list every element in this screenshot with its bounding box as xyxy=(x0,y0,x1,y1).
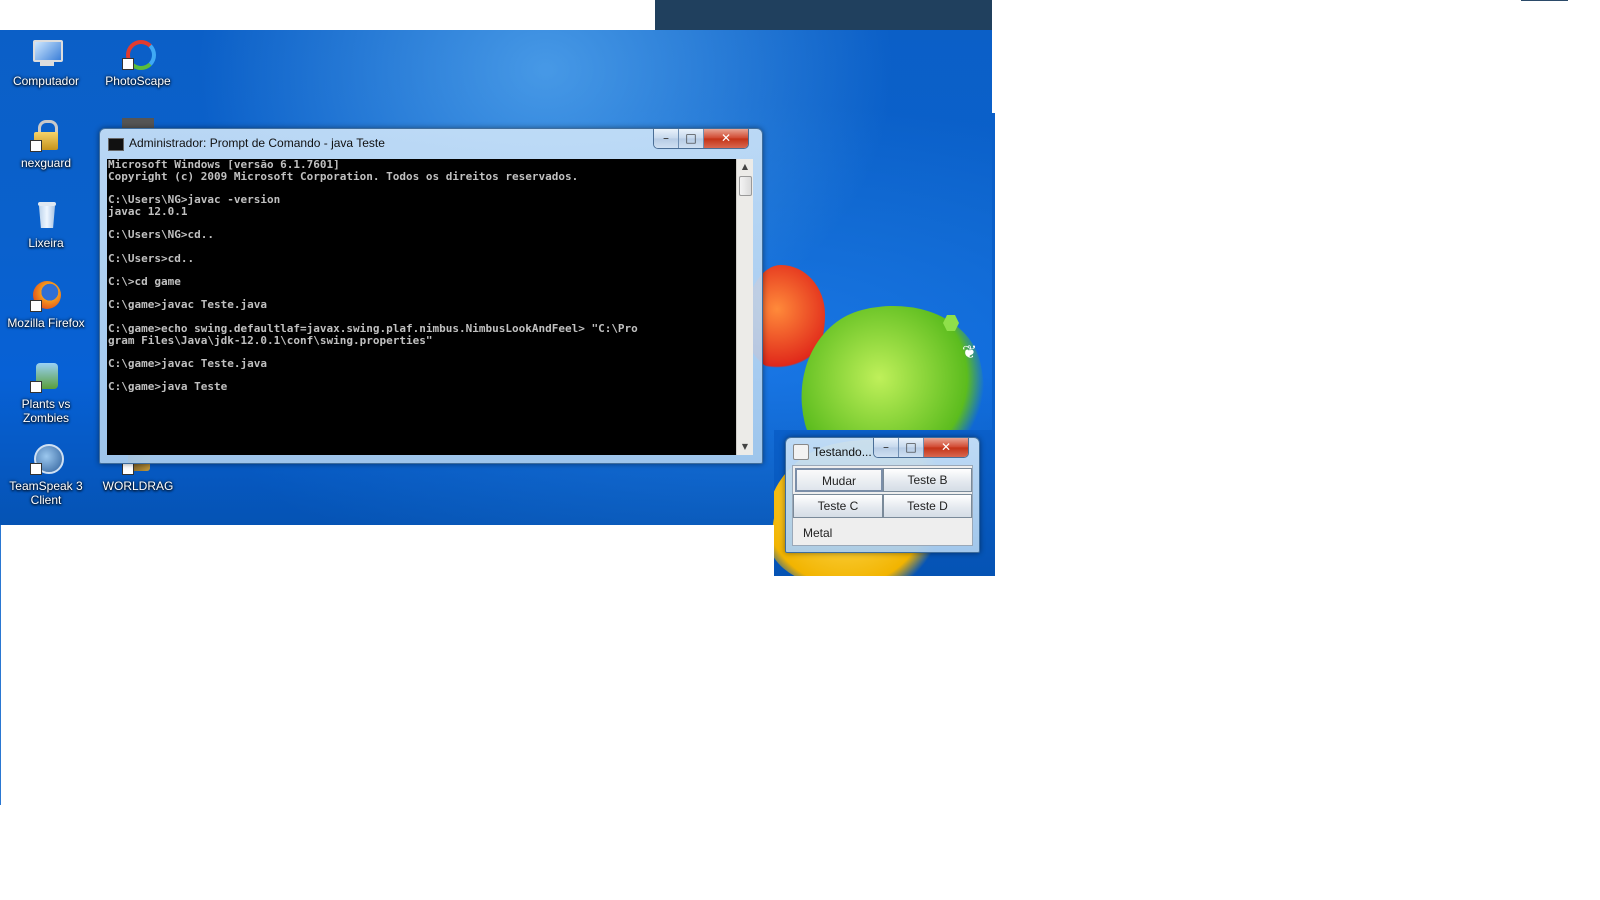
nexguard-icon xyxy=(30,120,62,152)
caption-buttons: – □ ✕ xyxy=(873,438,969,458)
firefox-icon xyxy=(30,280,62,312)
window-title: Testando... xyxy=(813,445,872,459)
maximize-button[interactable]: □ xyxy=(899,438,924,457)
window-content: Mudar Teste B Teste C Teste D Metal xyxy=(792,465,973,546)
desktop-icon-label: nexguard xyxy=(20,156,72,170)
minimize-button[interactable]: – xyxy=(874,438,899,457)
desktop-icon-label: Plants vs Zombies xyxy=(21,397,71,425)
teamspeak-icon xyxy=(30,443,64,475)
window-title: Administrador: Prompt de Comando - java … xyxy=(129,136,385,150)
dark-tile xyxy=(122,118,154,128)
vertical-scrollbar[interactable]: ▲ ▼ xyxy=(736,159,753,455)
title-bar[interactable]: Administrador: Prompt de Comando - java … xyxy=(100,129,762,157)
desktop-icon-nexguard[interactable]: nexguard xyxy=(0,120,92,170)
desktop-icon-label: Mozilla Firefox xyxy=(7,316,85,330)
desktop-icon-teamspeak[interactable]: TeamSpeak 3 Client xyxy=(0,443,92,507)
console-output[interactable]: Microsoft Windows [versão 6.1.7601] Copy… xyxy=(107,159,736,455)
desktop-icon-computador[interactable]: Computador xyxy=(0,38,92,88)
computer-icon xyxy=(30,38,63,70)
desktop-icon-lixeira[interactable]: Lixeira xyxy=(0,200,92,250)
cmd-icon xyxy=(108,138,124,151)
desktop-icon-label: Lixeira xyxy=(28,236,64,250)
scroll-down-icon[interactable]: ▼ xyxy=(737,439,753,455)
butterfly-icon: ❦ xyxy=(962,342,978,363)
desktop-icon-label: WORLDRAG xyxy=(102,479,174,493)
desktop-icon-photoscape[interactable]: PhotoScape xyxy=(92,38,184,88)
console-text: Microsoft Windows [versão 6.1.7601] Copy… xyxy=(108,159,638,394)
desktop-icon-label: TeamSpeak 3 Client xyxy=(9,479,83,507)
mudar-button[interactable]: Mudar xyxy=(795,468,883,492)
plants-vs-zombies-icon xyxy=(30,361,62,393)
scroll-thumb[interactable] xyxy=(739,176,752,196)
desktop-icon-label: PhotoScape xyxy=(105,74,171,88)
desktop-icon-firefox[interactable]: Mozilla Firefox xyxy=(0,280,92,330)
photoscape-icon xyxy=(122,38,156,70)
close-button[interactable]: ✕ xyxy=(704,129,748,148)
minimize-button[interactable]: – xyxy=(654,129,679,148)
desktop-icon-plants-vs-zombies[interactable]: Plants vs Zombies xyxy=(0,361,92,425)
teste-b-button[interactable]: Teste B xyxy=(883,468,972,492)
maximize-button[interactable]: □ xyxy=(679,129,704,148)
scroll-up-icon[interactable]: ▲ xyxy=(737,159,753,175)
edge-line xyxy=(1521,0,1568,1)
look-and-feel-label: Metal xyxy=(803,526,833,540)
command-prompt-window[interactable]: Administrador: Prompt de Comando - java … xyxy=(99,128,763,464)
java-window[interactable]: Testando... – □ ✕ Mudar Teste B Teste C … xyxy=(785,437,980,553)
java-icon xyxy=(793,444,809,460)
teste-d-button[interactable]: Teste D xyxy=(883,494,972,518)
desktop-icon-label: Computador xyxy=(12,74,80,88)
recycle-bin-icon xyxy=(30,200,62,232)
caption-buttons: – □ ✕ xyxy=(653,129,749,149)
close-button[interactable]: ✕ xyxy=(924,438,968,457)
taskbar-fragment xyxy=(655,0,992,30)
edge-line xyxy=(0,525,1,805)
teste-c-button[interactable]: Teste C xyxy=(793,494,883,518)
